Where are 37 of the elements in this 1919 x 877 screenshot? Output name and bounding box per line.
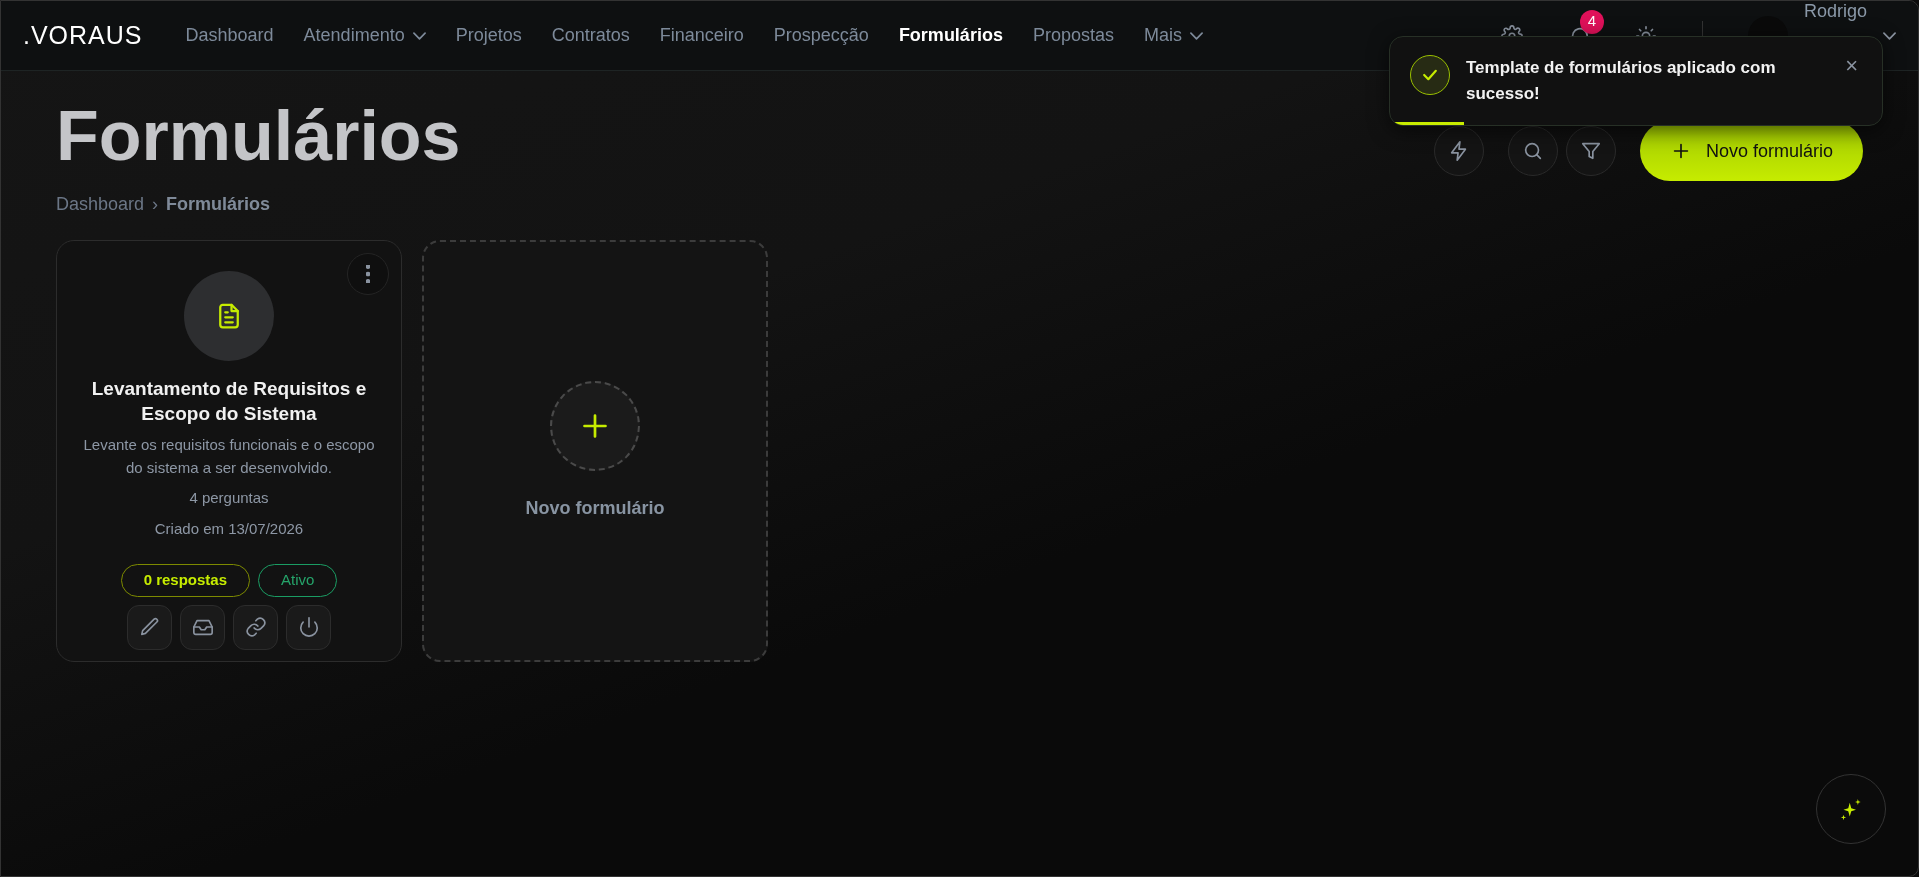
more-button[interactable]	[347, 253, 389, 295]
toast-message: Template de formulários aplicado com sucesso!	[1466, 57, 1777, 105]
breadcrumb-separator: ›	[152, 193, 159, 216]
nav-link[interactable]: Prospecção	[758, 22, 884, 49]
check-icon	[1410, 55, 1450, 95]
quick-action-button[interactable]	[1433, 126, 1484, 176]
chevron-down-icon[interactable]	[1883, 31, 1896, 40]
toggle-button[interactable]	[286, 604, 331, 650]
edit-button[interactable]	[127, 604, 172, 650]
logo[interactable]: .VORAUS	[23, 16, 143, 55]
nav-link[interactable]: Atendimento	[288, 22, 441, 49]
nav-link[interactable]: Propostas	[1017, 22, 1129, 49]
new-form-label: Novo formulário	[525, 496, 665, 520]
form-description: Levante os requisitos funcionais e o escopo do sistema a ser desenvolvido.	[82, 435, 376, 478]
filter-icon	[1579, 140, 1602, 162]
nav-link[interactable]: Contratos	[536, 22, 645, 49]
nav-link[interactable]: Financeiro	[644, 22, 759, 49]
nav-link[interactable]: Projetos	[440, 22, 537, 49]
nav-link[interactable]: Dashboard	[170, 22, 289, 49]
created-date: Criado em 13/07/2026	[154, 518, 304, 539]
link-icon	[244, 616, 267, 639]
power-icon	[297, 616, 320, 639]
nav-link[interactable]: Formulários	[883, 22, 1018, 49]
form-title: Levantamento de Requisitos e Escopo do Sistema	[90, 377, 368, 426]
nav-link[interactable]: Mais	[1128, 22, 1218, 49]
link-button[interactable]	[233, 604, 278, 650]
close-button[interactable]: ×	[1841, 55, 1862, 77]
page-title: Formulários	[56, 101, 461, 171]
more-vertical-icon	[366, 265, 370, 283]
search-button[interactable]	[1507, 126, 1558, 176]
filter-button[interactable]	[1565, 126, 1616, 176]
new-form-card[interactable]: Novo formulário	[422, 240, 768, 662]
responses-button[interactable]	[180, 604, 225, 650]
question-count: 4 perguntas	[189, 488, 269, 509]
breadcrumb-link[interactable]: Dashboard	[56, 191, 145, 218]
count-badge: 4	[1579, 9, 1604, 34]
user-name[interactable]: Rodrigo	[1803, 1, 1867, 25]
